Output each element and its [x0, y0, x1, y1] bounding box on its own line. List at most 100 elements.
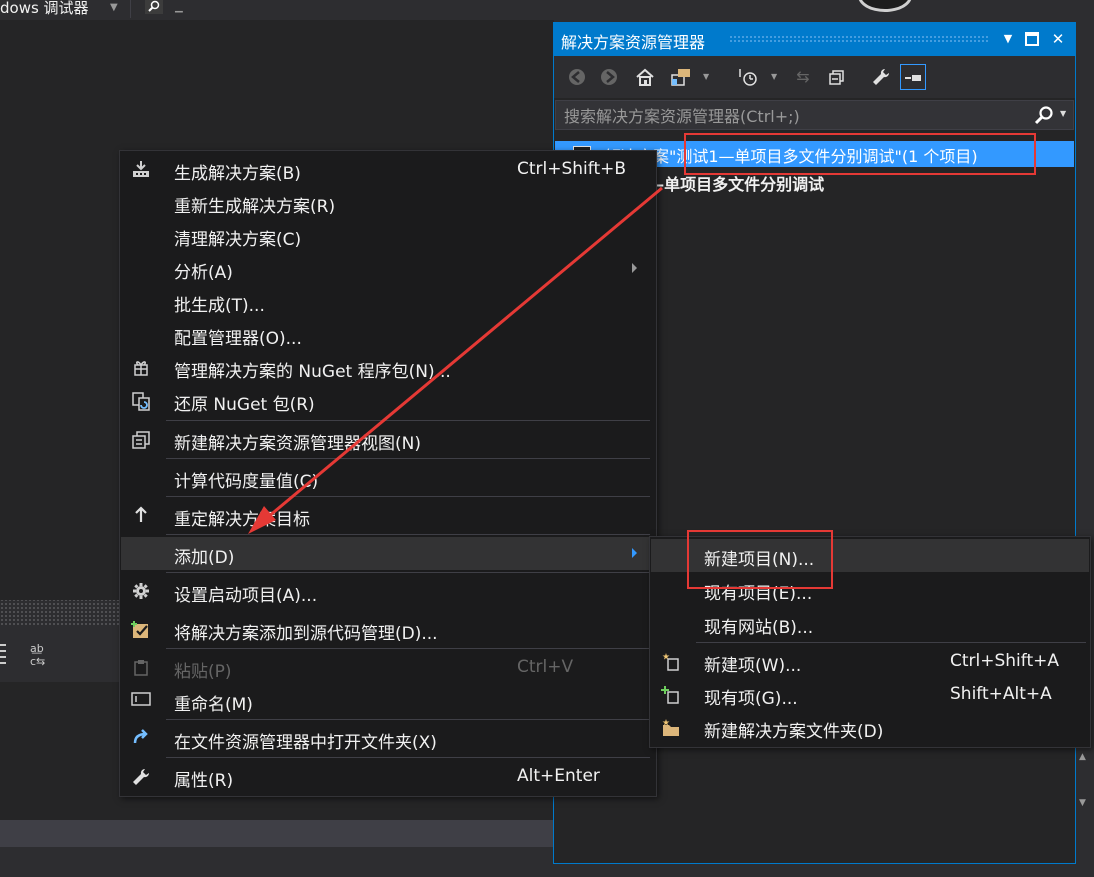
- build-solution-icon: [131, 160, 151, 180]
- wrench-icon: [131, 767, 151, 787]
- menu-item-shortcut: Ctrl+Shift+A: [950, 651, 1060, 671]
- debugger-dropdown-icon[interactable]: ▼: [110, 2, 118, 13]
- menu-item-new-se-view[interactable]: 新建解决方案资源管理器视图(N): [121, 423, 655, 456]
- switch-views-icon[interactable]: [668, 64, 694, 90]
- submenu-arrow-icon: [632, 263, 637, 273]
- menu-item-label: 将解决方案添加到源代码管理(D)...: [174, 624, 438, 644]
- annotation-box-new-project: [687, 530, 833, 589]
- solution-search-box[interactable]: ▼: [555, 100, 1074, 130]
- solution-explorer-toolbar: ▼ ▼ ⇆: [554, 56, 1075, 98]
- menu-item-properties[interactable]: 属性(R) Alt+Enter: [121, 760, 655, 793]
- menu-item-label: 重新生成解决方案(R): [174, 197, 336, 217]
- close-icon[interactable]: ✕: [1048, 29, 1068, 49]
- menu-item-clean-solution[interactable]: 清理解决方案(C): [121, 219, 655, 252]
- menu-item-build-solution[interactable]: 生成解决方案(B) Ctrl+Shift+B: [121, 153, 655, 186]
- menu-item-label: 现有项(G)...: [704, 689, 798, 709]
- submenu-item-new-solution-folder[interactable]: 新建解决方案文件夹(D): [651, 711, 1089, 744]
- search-options-dropdown-icon[interactable]: ▼: [1060, 109, 1066, 118]
- status-bar: [0, 847, 554, 877]
- menu-item-shortcut: Shift+Alt+A: [950, 684, 1052, 704]
- submenu-arrow-icon: [632, 548, 637, 558]
- nuget-package-icon: [131, 358, 151, 378]
- submenu-item-existing-item[interactable]: 现有项(G)... Shift+Alt+A: [651, 678, 1089, 711]
- menu-separator: [166, 572, 650, 573]
- solution-context-menu: 生成解决方案(B) Ctrl+Shift+B 重新生成解决方案(R) 清理解决方…: [119, 150, 657, 797]
- up-arrow-icon: [131, 506, 151, 526]
- menu-item-label: 重命名(M): [174, 695, 253, 715]
- menu-item-add-to-source-control[interactable]: 将解决方案添加到源代码管理(D)...: [121, 613, 655, 646]
- menu-item-rebuild-solution[interactable]: 重新生成解决方案(R): [121, 186, 655, 219]
- menu-item-label: 配置管理器(O)...: [174, 329, 302, 349]
- menu-separator: [166, 757, 650, 758]
- find-icon[interactable]: [145, 0, 163, 14]
- menu-item-label: 管理解决方案的 NuGet 程序包(N)...: [174, 362, 451, 382]
- menu-item-label: 粘贴(P): [174, 662, 232, 682]
- new-view-icon: [131, 430, 151, 450]
- menu-item-label: 还原 NuGet 包(R): [174, 395, 315, 415]
- account-avatar[interactable]: [858, 0, 912, 12]
- submenu-item-new-item[interactable]: 新建项(W)... Ctrl+Shift+A: [651, 645, 1089, 678]
- menu-item-label: 添加(D): [174, 548, 235, 568]
- list-icon[interactable]: [0, 640, 10, 666]
- debugger-selector[interactable]: dows 调试器: [0, 0, 89, 18]
- menu-item-open-in-explorer[interactable]: 在文件资源管理器中打开文件夹(X): [121, 722, 655, 755]
- search-icon[interactable]: [1034, 105, 1054, 125]
- menu-item-shortcut: Ctrl+V: [517, 657, 574, 677]
- menu-item-configuration-manager[interactable]: 配置管理器(O)...: [121, 318, 655, 351]
- submenu-item-existing-website[interactable]: 现有网站(B)...: [651, 607, 1089, 640]
- menu-item-rename[interactable]: 重命名(M): [121, 684, 655, 717]
- toolbar-separator: [130, 0, 131, 18]
- menu-item-manage-nuget[interactable]: 管理解决方案的 NuGet 程序包(N)...: [121, 351, 655, 384]
- solution-search-input[interactable]: [562, 104, 1026, 128]
- menu-item-retarget-solution[interactable]: 重定解决方案目标: [121, 499, 655, 532]
- open-folder-icon: [131, 729, 151, 749]
- menu-item-code-metrics[interactable]: 计算代码度量值(C): [121, 461, 655, 494]
- menu-item-label: 新建解决方案文件夹(D): [704, 722, 884, 742]
- menu-item-batch-build[interactable]: 批生成(T)...: [121, 285, 655, 318]
- annotation-box-solution: [684, 133, 1036, 175]
- menu-separator: [166, 534, 650, 535]
- window-position-dropdown-icon[interactable]: ▼: [998, 29, 1018, 49]
- new-folder-icon: [661, 718, 681, 738]
- solution-explorer-title: 解决方案资源管理器: [561, 33, 706, 52]
- back-icon[interactable]: [564, 64, 590, 90]
- scroll-down-icon[interactable]: ▼: [1079, 798, 1086, 808]
- menu-item-label: 重定解决方案目标: [174, 510, 310, 530]
- toolbar-overflow-icon[interactable]: ▁: [175, 2, 183, 13]
- menu-item-set-startup-projects[interactable]: 设置启动项目(A)...: [121, 575, 655, 608]
- menu-item-label: 批生成(T)...: [174, 296, 265, 316]
- preview-selected-icon[interactable]: [900, 64, 926, 90]
- scroll-up-icon[interactable]: ▲: [1079, 752, 1086, 762]
- menu-item-add[interactable]: 添加(D): [121, 537, 655, 570]
- sort-alpha-icon[interactable]: a͟b c⇆: [30, 642, 45, 668]
- paste-icon: [131, 658, 151, 678]
- existing-item-icon: [661, 685, 681, 705]
- home-icon[interactable]: [632, 64, 658, 90]
- pending-changes-filter-icon[interactable]: [736, 64, 762, 90]
- forward-icon[interactable]: [596, 64, 622, 90]
- sync-icon[interactable]: ⇆: [790, 64, 816, 90]
- filter-dropdown-icon[interactable]: ▼: [771, 72, 777, 81]
- menu-separator: [166, 719, 650, 720]
- maximize-icon[interactable]: [1022, 29, 1042, 49]
- properties-wrench-icon[interactable]: [868, 64, 894, 90]
- restore-package-icon: [131, 391, 151, 411]
- solution-explorer-titlebar: 解决方案资源管理器 ▼ ✕: [554, 23, 1075, 56]
- status-strip: [0, 820, 554, 847]
- menu-item-analyze[interactable]: 分析(A): [121, 252, 655, 285]
- menu-separator: [166, 648, 650, 649]
- menu-item-label: 计算代码度量值(C): [174, 472, 319, 492]
- switch-views-dropdown-icon[interactable]: ▼: [703, 72, 709, 81]
- menu-item-label: 属性(R): [174, 771, 234, 791]
- titlebar-grip[interactable]: [729, 35, 989, 43]
- menu-item-shortcut: Alt+Enter: [517, 766, 600, 786]
- menu-item-paste[interactable]: 粘贴(P) Ctrl+V: [121, 651, 655, 684]
- collapse-all-icon[interactable]: [824, 64, 850, 90]
- vs-window: dows 调试器 ▼ ▁ a͟b c⇆ 解决方案资源管理器 ▼ ✕ ▼ ▼ ⇆ …: [0, 0, 1094, 877]
- new-item-icon: [661, 652, 681, 672]
- menu-item-shortcut: Ctrl+Shift+B: [517, 159, 627, 179]
- top-toolbar: dows 调试器 ▼ ▁: [0, 0, 1094, 20]
- menu-item-restore-nuget[interactable]: 还原 NuGet 包(R): [121, 384, 655, 417]
- menu-item-label: 分析(A): [174, 263, 233, 283]
- menu-item-label: 在文件资源管理器中打开文件夹(X): [174, 733, 437, 753]
